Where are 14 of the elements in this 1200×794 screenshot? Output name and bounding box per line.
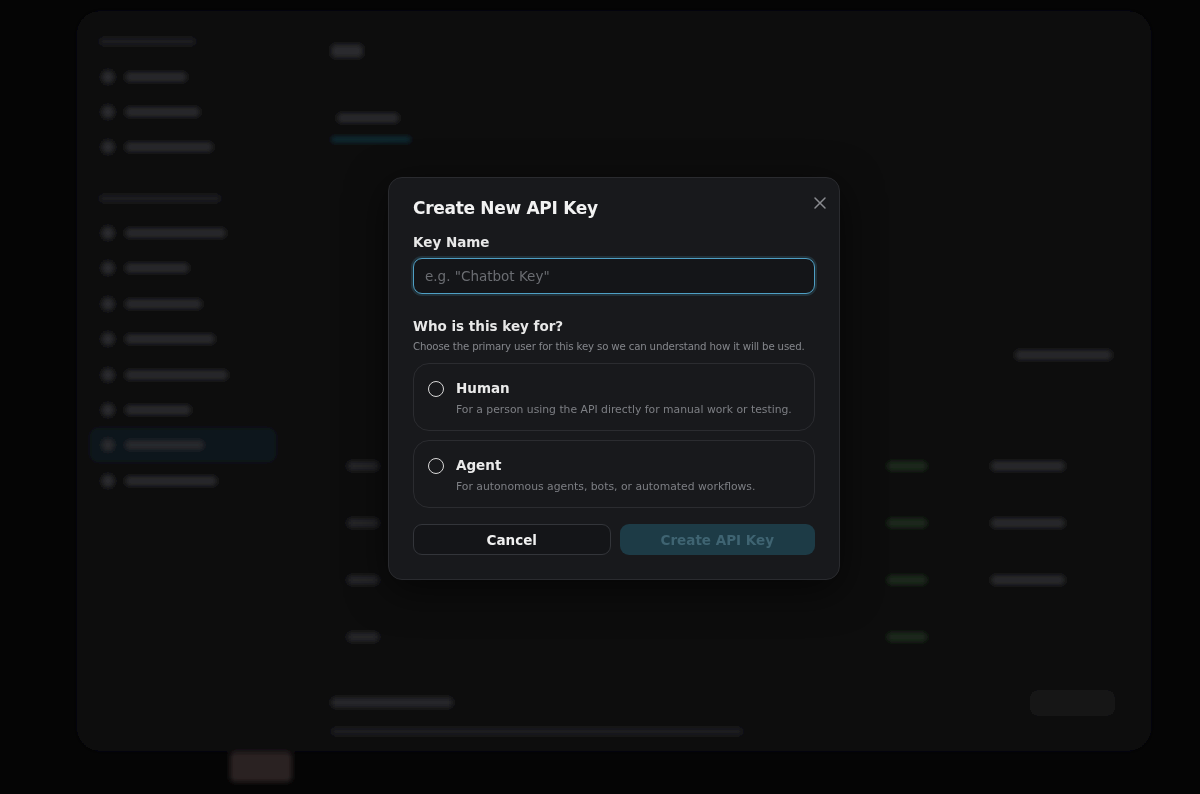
option-description: For a person using the API directly for manual work or testing. — [456, 403, 792, 416]
dialog-title: Create New API Key — [413, 198, 598, 218]
field-label: Key Name — [413, 234, 491, 250]
option-card[interactable]: Human For a person using the API directly for manual work or testing. — [413, 363, 815, 431]
hint-text: Choose the primary user for this key so we can understand how it will be used. — [413, 340, 805, 354]
close-icon — [813, 196, 827, 210]
option-card[interactable]: Agent For autonomous agents, bots, or automated workflows. — [413, 440, 815, 508]
cancel-button[interactable]: Cancel — [413, 524, 611, 555]
option-description: For autonomous agents, bots, or automated workflows. — [456, 480, 756, 493]
question-label: Who is this key for? — [413, 318, 565, 334]
close-button[interactable] — [811, 194, 829, 212]
option-label: Agent — [456, 457, 503, 473]
key-name-field[interactable]: e.g. "Chatbot Key" — [413, 258, 815, 294]
option-label: Human — [456, 380, 511, 396]
